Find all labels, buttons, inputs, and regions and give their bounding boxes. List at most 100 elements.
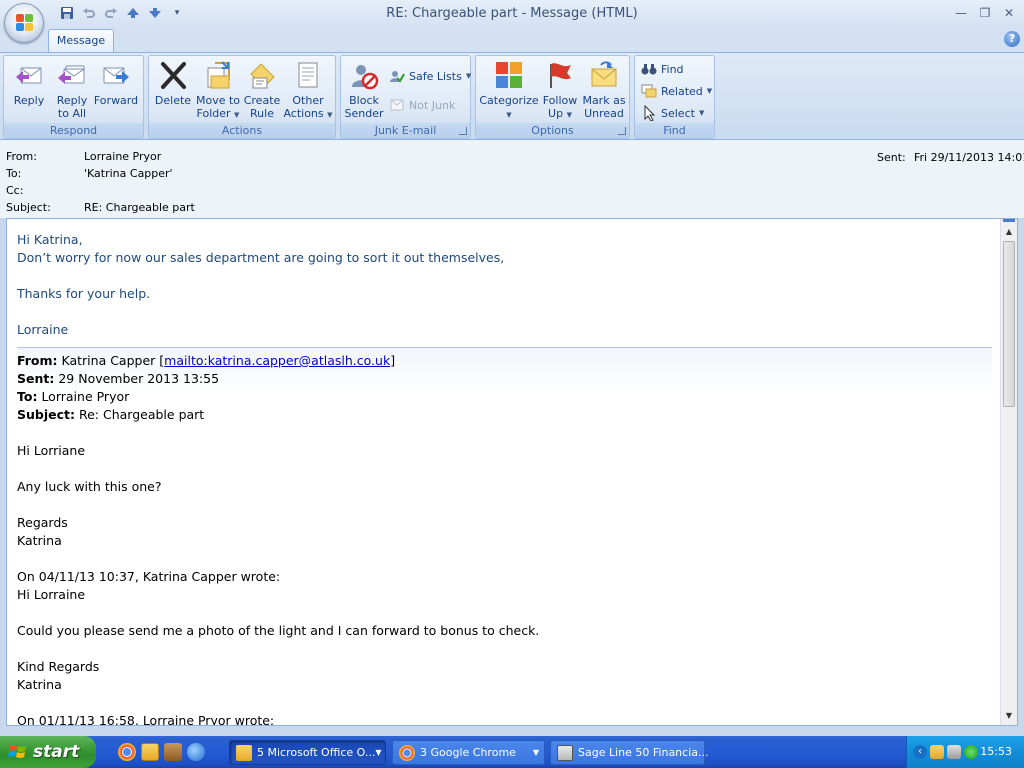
mailto-link[interactable]: mailto:katrina.capper@atlaslh.co.uk — [164, 353, 390, 368]
outlook-task-icon — [236, 744, 252, 761]
close-button[interactable]: ✕ — [998, 4, 1020, 22]
subject-label: Subject: — [6, 201, 51, 214]
follow-up-button[interactable]: Follow Up ▼ — [540, 58, 580, 122]
reply-signoff: Lorraine — [17, 322, 69, 337]
cursor-arrow-icon — [644, 105, 656, 121]
related-icon — [641, 84, 657, 98]
forward-button[interactable]: Forward — [92, 58, 140, 107]
quoted-line2: Could you please send me a photo of the … — [17, 623, 540, 638]
chrome-task-icon — [399, 744, 415, 761]
find-group: Find Related ▼ Select ▼ Find — [634, 55, 715, 139]
ribbon-tab-row: Message ? — [0, 28, 1024, 52]
select-button[interactable]: Select ▼ — [641, 105, 704, 121]
block-sender-icon — [347, 58, 381, 92]
to-value[interactable]: 'Katrina Capper' — [84, 167, 173, 180]
group-dropdown-icon: ▼ — [375, 748, 382, 757]
delete-button[interactable]: Delete — [152, 58, 194, 107]
other-actions-button[interactable]: Other Actions ▼ — [283, 58, 333, 122]
sage-task-icon — [557, 744, 573, 761]
help-icon[interactable]: ? — [1004, 31, 1020, 47]
tray-network-icon[interactable] — [947, 745, 961, 759]
related-button[interactable]: Related ▼ — [641, 83, 712, 99]
windows-flag-icon — [8, 745, 26, 758]
quoted-kind-regards: Kind Regards — [17, 659, 100, 674]
mark-as-unread-button[interactable]: Mark as Unread — [580, 58, 628, 120]
quoted-subject-row: Subject: Re: Chargeable part — [17, 407, 205, 422]
cc-label: Cc: — [6, 184, 24, 197]
quoted-name2: Katrina — [17, 677, 62, 692]
mark-unread-icon — [587, 58, 621, 92]
reply-line: Don’t worry for now our sales department… — [17, 250, 505, 265]
from-label: From: — [6, 150, 37, 163]
window-controls: — ❐ ✕ — [950, 4, 1020, 22]
quoted-header: From: Katrina Capper [mailto:katrina.cap… — [17, 348, 992, 424]
quoted-greeting: Hi Lorriane — [17, 443, 86, 458]
minimize-button[interactable]: — — [950, 4, 972, 22]
office-button[interactable] — [4, 3, 44, 43]
to-label: To: — [6, 167, 22, 180]
window-title: RE: Chargeable part - Message (HTML) — [386, 6, 638, 21]
options-group-label: Options — [476, 123, 629, 138]
reply-thanks: Thanks for your help. — [17, 286, 151, 301]
forward-icon — [99, 58, 133, 92]
options-group: Categorize ▼ Follow Up ▼ Mark as Unread Opt… — [475, 55, 630, 139]
reply-greeting: Hi Katrina, — [17, 232, 83, 247]
block-sender-button[interactable]: Block Sender — [343, 58, 385, 120]
scroll-thumb[interactable] — [1003, 241, 1015, 407]
delete-icon — [156, 58, 190, 92]
taskbar-item-chrome[interactable]: 3 Google Chrome ▼ — [392, 740, 545, 765]
quoted-wrote2: On 01/11/13 16:58, Lorraine Pryor wrote: — [17, 713, 275, 726]
taskbar-item-outlook[interactable]: 5 Microsoft Office O... ▼ — [229, 740, 386, 765]
taskbar: start 5 Microsoft Office O... ▼ 3 Google… — [0, 736, 1024, 768]
reply-all-button[interactable]: Reply to All — [52, 58, 92, 120]
move-to-folder-icon — [201, 58, 235, 92]
tray-expand-icon[interactable]: ‹ — [913, 745, 927, 759]
not-junk-button[interactable]: Not Junk — [389, 97, 455, 113]
app-icon[interactable] — [164, 743, 182, 761]
message-content: Hi Katrina, Don’t worry for now our sale… — [17, 231, 992, 726]
tray-outlook-icon[interactable] — [930, 745, 944, 759]
ie-icon[interactable] — [187, 743, 205, 761]
sent-value: Fri 29/11/2013 14:01 — [914, 151, 1024, 164]
scroll-down-icon[interactable]: ▼ — [1001, 707, 1017, 723]
quoted-name: Katrina — [17, 533, 62, 548]
follow-up-flag-icon — [543, 58, 577, 92]
ribbon: Reply Reply to All Forward Respond Delete — [0, 52, 1024, 140]
scroll-up-icon[interactable]: ▲ — [1001, 223, 1017, 239]
quoted-regards: Regards — [17, 515, 68, 530]
actions-group: Delete Move to Folder ▼ Create Rule Other A… — [148, 55, 336, 139]
quoted-greeting2: Hi Lorraine — [17, 587, 86, 602]
vertical-scrollbar[interactable]: ▲ ▼ — [1000, 219, 1017, 725]
message-body[interactable]: Hi Katrina, Don’t worry for now our sale… — [6, 218, 1018, 726]
tray-security-icon[interactable] — [964, 745, 978, 759]
move-to-folder-button[interactable]: Move to Folder ▼ — [193, 58, 243, 122]
junk-email-group-label: Junk E-mail — [341, 123, 470, 138]
start-button[interactable]: start — [0, 736, 96, 768]
group-dropdown-icon: ▼ — [532, 748, 539, 757]
find-group-label: Find — [635, 123, 714, 138]
reply-all-icon — [55, 58, 89, 92]
quick-launch — [118, 743, 205, 761]
create-rule-button[interactable]: Create Rule — [242, 58, 282, 120]
create-rule-icon — [245, 58, 279, 92]
actions-group-label: Actions — [149, 123, 335, 138]
taskbar-item-sage[interactable]: Sage Line 50 Financia... — [550, 740, 709, 765]
options-launcher-icon[interactable] — [618, 127, 626, 135]
find-button[interactable]: Find — [641, 61, 684, 77]
junk-email-launcher-icon[interactable] — [459, 127, 467, 135]
safe-lists-button[interactable]: Safe Lists ▼ — [389, 68, 471, 84]
reply-button[interactable]: Reply — [8, 58, 50, 107]
quoted-sent-row: Sent: 29 November 2013 13:55 — [17, 371, 220, 386]
restore-button[interactable]: ❐ — [974, 4, 996, 22]
tab-message[interactable]: Message — [48, 29, 114, 52]
subject-value: RE: Chargeable part — [84, 201, 195, 214]
categorize-button[interactable]: Categorize ▼ — [479, 58, 539, 122]
title-bar: ▾ RE: Chargeable part - Message (HTML) —… — [0, 0, 1024, 28]
junk-email-group: Block Sender Safe Lists ▼ Not Junk Junk E-… — [340, 55, 471, 139]
clock: 15:53 — [980, 745, 1012, 758]
outlook-icon[interactable] — [141, 743, 159, 761]
binoculars-icon — [641, 64, 657, 75]
from-value[interactable]: Lorraine Pryor — [84, 150, 161, 163]
chrome-icon[interactable] — [118, 743, 136, 761]
sent-label: Sent: — [877, 151, 906, 164]
